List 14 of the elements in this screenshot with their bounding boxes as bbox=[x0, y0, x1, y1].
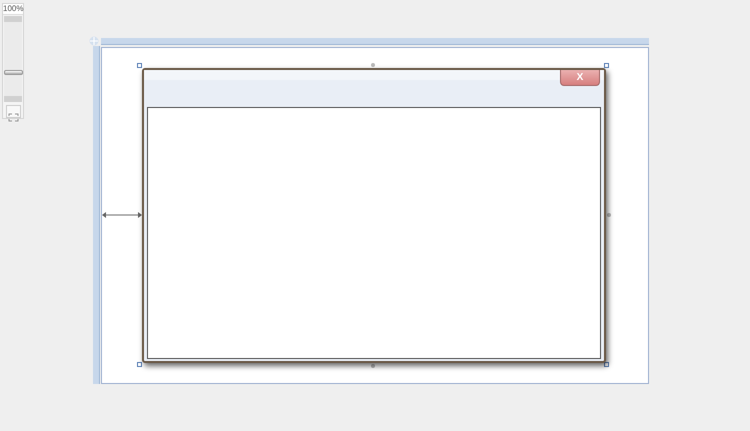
fit-icon bbox=[8, 113, 19, 122]
resize-handle[interactable] bbox=[137, 63, 142, 68]
left-ruler[interactable] bbox=[93, 46, 100, 384]
zoom-label: 100% bbox=[3, 4, 23, 15]
anchor-dot[interactable] bbox=[607, 213, 611, 217]
margin-arrow bbox=[102, 211, 142, 219]
resize-handle[interactable] bbox=[137, 362, 142, 367]
anchor-dot[interactable] bbox=[371, 63, 375, 67]
zoom-slider-thumb[interactable] bbox=[4, 70, 23, 75]
resize-handle[interactable] bbox=[604, 362, 609, 367]
anchor-dot[interactable] bbox=[371, 364, 375, 368]
top-ruler[interactable] bbox=[101, 38, 649, 45]
close-button[interactable]: X bbox=[560, 70, 600, 86]
resize-handle[interactable] bbox=[604, 63, 609, 68]
